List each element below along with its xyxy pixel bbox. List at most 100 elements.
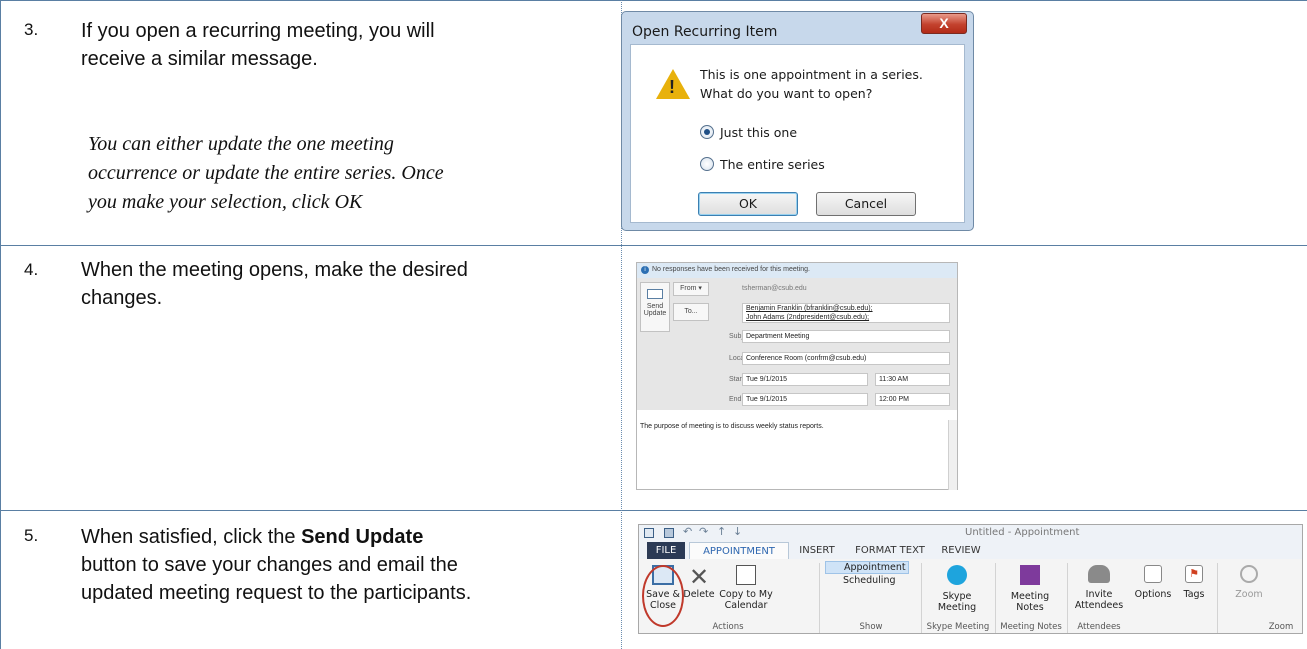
cancel-button[interactable]: Cancel (816, 192, 916, 216)
end-date-field[interactable]: Tue 9/1/2015 (742, 393, 868, 406)
step-3-note-line3: you make your selection, click OK (88, 191, 363, 213)
group-separator (1067, 563, 1068, 633)
to-recipient-2[interactable]: John Adams (2ndpresident@csub.edu); (746, 313, 949, 322)
row-divider-2 (0, 510, 1307, 511)
save-icon[interactable] (644, 528, 654, 538)
tab-review[interactable]: REVIEW (935, 542, 987, 559)
options-icon (1144, 565, 1162, 583)
zoom-icon (1240, 565, 1258, 583)
appointment-ribbon: ↶ ↷ ↑ ↓ Untitled - Appointment FILE APPO… (638, 524, 1303, 634)
step-5-number: 5. (24, 526, 39, 545)
scheduling-view-button[interactable]: Scheduling (825, 575, 909, 586)
disk-icon[interactable] (664, 528, 674, 538)
tags-label: Tags (1183, 589, 1205, 600)
skype-meeting-button[interactable]: Skype Meeting (929, 565, 985, 613)
end-time-field[interactable]: 12:00 PM (875, 393, 950, 406)
row-divider-1 (0, 245, 1307, 246)
calendar-icon (736, 565, 756, 585)
step-3-note-line2: occurrence or update the entire series. … (88, 162, 444, 184)
from-button[interactable]: From ▾ (673, 282, 709, 296)
step-5-text-pre: When satisfied, click the (81, 526, 302, 548)
table-left-border (0, 0, 1, 649)
copy-to-calendar-button[interactable]: Copy to My Calendar (717, 565, 775, 611)
step-3-text-line1: If you open a recurring meeting, you wil… (81, 20, 435, 42)
meeting-form: i No responses have been received for th… (636, 262, 958, 490)
to-button[interactable]: To... (673, 303, 709, 321)
onenote-icon (1020, 565, 1040, 585)
step-4-text-line1: When the meeting opens, make the desired (81, 259, 468, 281)
down-arrow-icon[interactable]: ↓ (733, 525, 742, 538)
zoom-label: Zoom (1235, 589, 1263, 600)
notes-label-2: Notes (1016, 602, 1044, 613)
delete-button[interactable]: ✕ Delete (681, 565, 717, 600)
start-time-field[interactable]: 11:30 AM (875, 373, 950, 386)
window-title: Untitled - Appointment (965, 527, 1080, 538)
info-icon: i (641, 266, 649, 274)
dialog-message: This is one appointment in a series. Wha… (700, 65, 923, 103)
just-this-one-radio[interactable] (700, 125, 714, 139)
location-field[interactable]: Conference Room (confrm@csub.edu) (742, 352, 950, 365)
entire-series-radio[interactable] (700, 157, 714, 171)
step-3-number: 3. (24, 20, 39, 39)
meeting-notes-button[interactable]: Meeting Notes (1003, 565, 1057, 613)
appointment-view-button[interactable]: Appointment (825, 561, 909, 574)
info-bar: i No responses have been received for th… (637, 263, 957, 278)
tab-format-text[interactable]: FORMAT TEXT (849, 542, 931, 559)
invite-label-1: Invite (1085, 589, 1113, 600)
zoom-button[interactable]: Zoom (1229, 565, 1269, 600)
scheduling-label: Scheduling (843, 575, 896, 586)
entire-series-label[interactable]: The entire series (720, 157, 825, 172)
dialog-message-line2: What do you want to open? (700, 86, 873, 101)
group-actions: Actions (712, 622, 744, 632)
send-label-1: Send (646, 303, 664, 310)
group-separator (921, 563, 922, 633)
tab-appointment[interactable]: APPOINTMENT (689, 542, 789, 559)
step-3-note: You can either update the one meeting oc… (88, 130, 568, 217)
send-icon (647, 289, 663, 299)
to-recipient-1[interactable]: Benjamin Franklin (bfranklin@csub.edu); (746, 304, 949, 313)
group-separator (819, 563, 820, 633)
redo-icon[interactable]: ↷ (699, 525, 708, 538)
send-label-2: Update (643, 310, 667, 317)
up-arrow-icon[interactable]: ↑ (717, 525, 726, 538)
send-update-button[interactable]: Send Update (640, 282, 670, 332)
tab-file[interactable]: FILE (647, 542, 685, 559)
table-top-border (0, 0, 1307, 1)
ok-button[interactable]: OK (698, 192, 798, 216)
quick-access-toolbar: ↶ ↷ ↑ ↓ Untitled - Appointment (639, 525, 1302, 542)
meeting-body-text[interactable]: The purpose of meeting is to discuss wee… (637, 423, 935, 430)
undo-icon[interactable]: ↶ (683, 525, 692, 538)
skype-label-1: Skype (942, 591, 972, 602)
group-show: Show (859, 622, 883, 632)
warning-icon-mark: ! (669, 77, 675, 97)
dialog-message-line1: This is one appointment in a series. (700, 67, 923, 82)
body-scrollbar[interactable] (948, 420, 957, 490)
group-zoom: Zoom (1268, 622, 1294, 632)
step-4-text-line2: changes. (81, 287, 163, 309)
group-meeting-notes: Meeting Notes (1000, 622, 1062, 632)
step-3-text-line2: receive a similar message. (81, 48, 318, 70)
group-separator (1217, 563, 1218, 633)
start-date-field[interactable]: Tue 9/1/2015 (742, 373, 868, 386)
tags-button[interactable]: ⚑ Tags (1177, 565, 1211, 600)
form-header: Send Update From ▾ tsherman@csub.edu To.… (637, 278, 957, 410)
info-text: No responses have been received for this… (652, 266, 810, 273)
ribbon-tabs: FILE APPOINTMENT INSERT FORMAT TEXT REVI… (639, 542, 1302, 559)
from-value: tsherman@csub.edu (742, 285, 807, 292)
dialog-body: ! This is one appointment in a series. W… (630, 44, 965, 223)
tab-insert[interactable]: INSERT (793, 542, 841, 559)
highlight-circle (642, 565, 684, 627)
group-skype-meeting: Skype Meeting (926, 622, 990, 632)
send-update-emphasis: Send Update (301, 526, 424, 548)
copy-label-1: Copy to My (719, 589, 773, 600)
dialog-close-button[interactable]: X (921, 13, 967, 34)
open-recurring-item-dialog: Open Recurring Item X ! This is one appo… (621, 11, 974, 231)
just-this-one-label[interactable]: Just this one (720, 125, 797, 140)
options-label: Options (1134, 589, 1172, 600)
subject-field[interactable]: Department Meeting (742, 330, 950, 343)
invite-attendees-button[interactable]: Invite Attendees (1071, 565, 1127, 611)
step-5-text-line3: updated meeting request to the participa… (81, 582, 472, 604)
to-field[interactable]: Benjamin Franklin (bfranklin@csub.edu); … (742, 303, 950, 323)
options-button[interactable]: Options (1133, 565, 1173, 600)
notes-label-1: Meeting (1010, 591, 1050, 602)
